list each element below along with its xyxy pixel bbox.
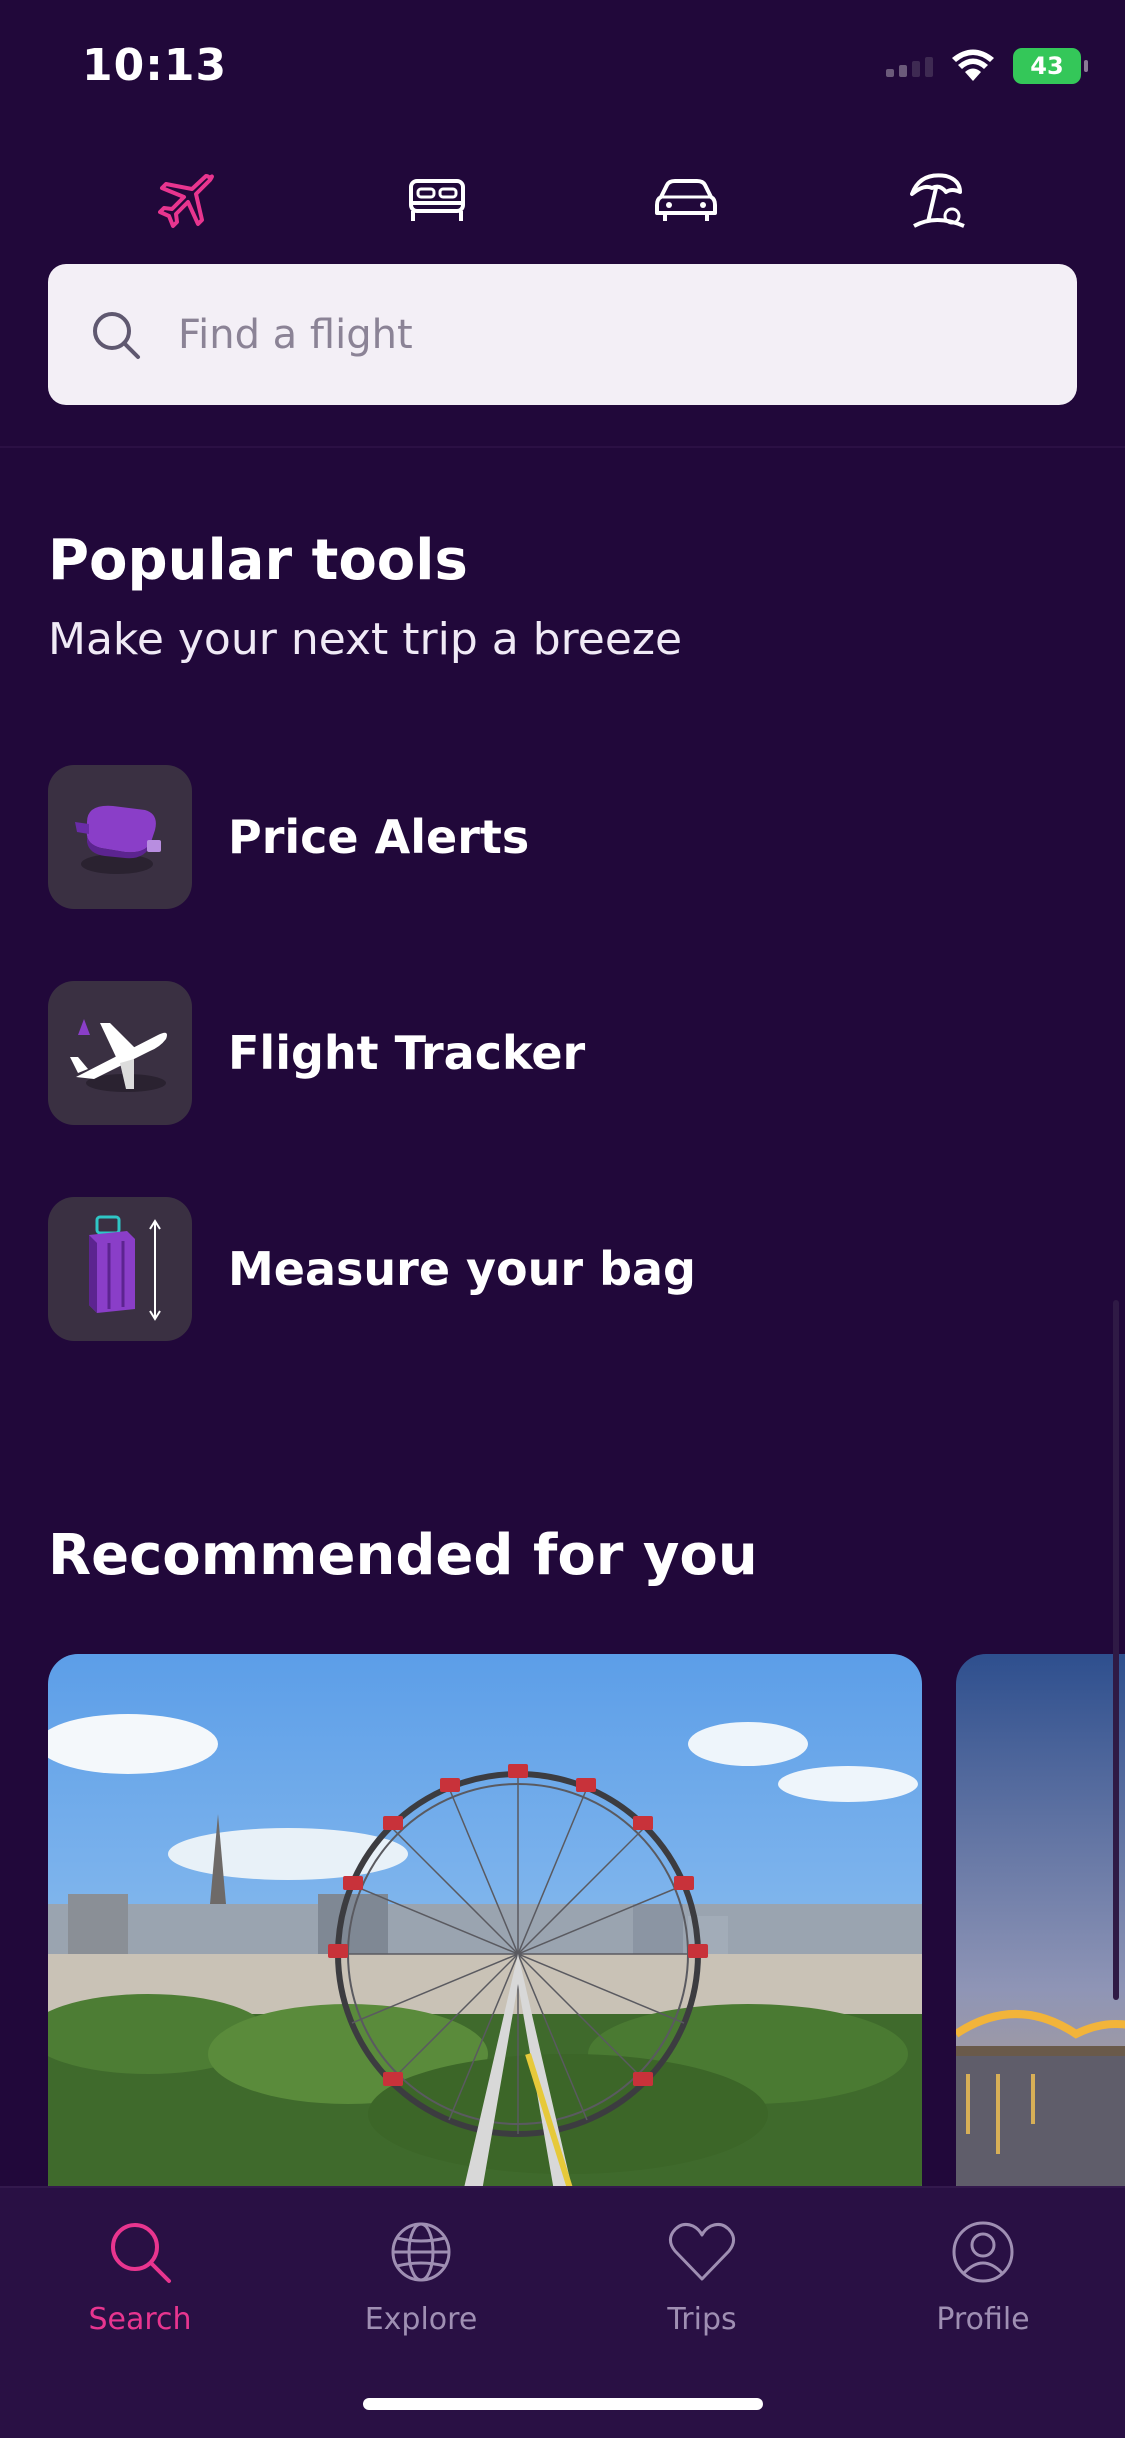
tab-flights[interactable] [138,160,238,240]
beach-umbrella-icon [910,173,965,228]
tab-label: Explore [364,2302,478,2337]
recommended-title: Recommended for you [48,1523,758,1588]
suitcase-icon [48,1197,192,1341]
tool-flight-tracker[interactable]: Flight Tracker [48,981,948,1125]
divider [0,446,1125,448]
tool-label: Price Alerts [228,810,530,864]
globe-icon [391,2222,451,2282]
tab-cars[interactable] [636,160,736,240]
tool-price-alerts[interactable]: Price Alerts [48,765,948,909]
search-icon [93,311,140,359]
status-bar: 10:13 43 [0,0,1125,140]
flight-tracker-icon [48,981,192,1125]
wifi-icon [952,49,994,81]
recommended-card-next[interactable] [956,1654,1125,2214]
popular-tools-title: Popular tools [48,528,468,593]
search-placeholder: Find a flight [178,311,413,358]
battery-level: 43 [1030,52,1064,80]
heart-icon [668,2223,736,2281]
tab-label: Profile [936,2302,1030,2337]
tool-label: Flight Tracker [228,1026,586,1080]
scroll-indicator [1113,1300,1119,2000]
category-tabs [0,160,1125,240]
tab-profile[interactable]: Profile [883,2212,1083,2337]
home-indicator[interactable] [363,2398,763,2410]
tab-explore[interactable]: Explore [321,2212,521,2337]
profile-icon [952,2221,1014,2283]
battery-icon: 43 [1013,48,1088,84]
cellular-signal-icon [886,55,933,77]
tab-label: Search [88,2302,192,2337]
search-input[interactable]: Find a flight [48,264,1077,405]
tab-packages[interactable] [886,160,986,240]
tab-label: Trips [667,2302,737,2337]
recommended-card-vienna[interactable] [48,1654,922,2214]
tab-trips[interactable]: Trips [602,2212,802,2337]
status-icons: 43 [886,48,1088,84]
destination-image [956,1654,1125,2214]
tool-measure-bag[interactable]: Measure your bag [48,1197,948,1341]
plane-icon [158,174,214,228]
status-time: 10:13 [82,40,228,91]
price-alert-icon [48,765,192,909]
search-icon [111,2223,171,2283]
popular-tools-subtitle: Make your next trip a breeze [48,614,683,665]
tab-search[interactable]: Search [40,2212,240,2337]
bed-icon [409,179,465,221]
destination-image [48,1654,922,2214]
tool-label: Measure your bag [228,1242,696,1296]
car-icon [655,179,717,221]
tab-hotels[interactable] [387,160,487,240]
